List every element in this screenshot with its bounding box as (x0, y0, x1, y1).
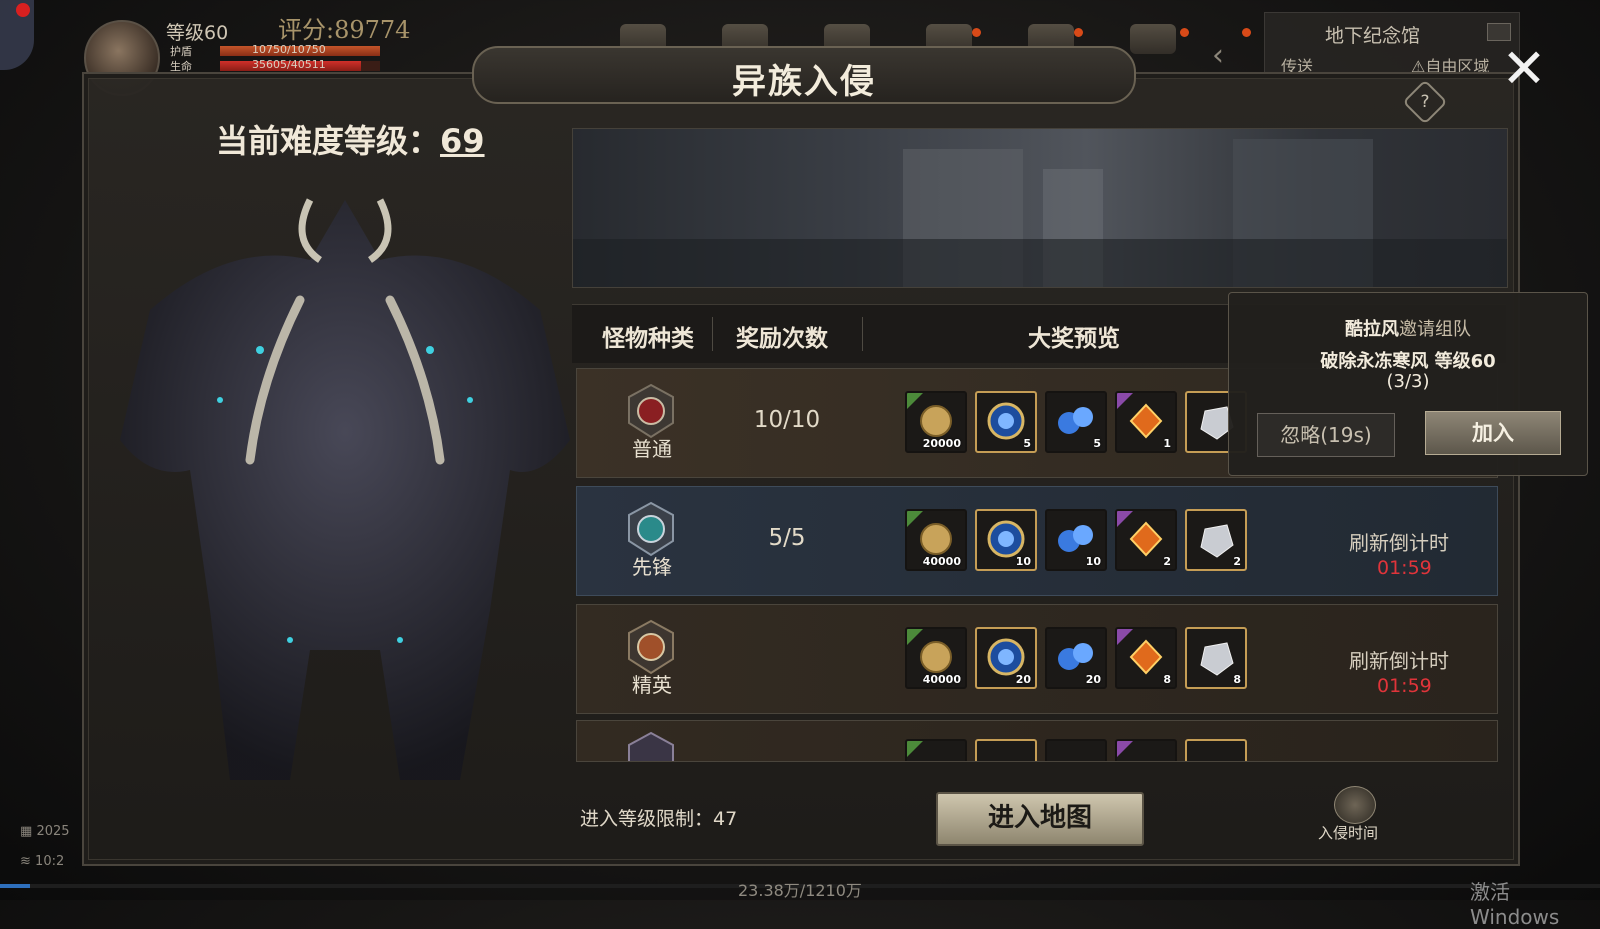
hp-bar: 生命 35605/40511 (166, 58, 381, 73)
time-text: 10:2 (35, 854, 65, 869)
blue-orbs-icon[interactable]: 10 (1045, 509, 1107, 571)
monster-type-name: 普通 (632, 437, 672, 461)
blue-orb-ring-icon[interactable]: 20 (975, 627, 1037, 689)
item-quantity: 20 (1015, 673, 1031, 686)
notification-dot (1180, 28, 1189, 37)
menu-icon-6[interactable] (1130, 24, 1176, 54)
blue-orbs-icon[interactable]: 5 (1045, 391, 1107, 453)
notification-dot (1242, 28, 1251, 37)
refresh-countdown-time: 01:59 (1377, 675, 1432, 697)
item-quantity: 8 (1163, 673, 1171, 686)
monster-row-elite[interactable]: 精英 40000 20 20 8 8 刷新倒计时 01:59 (576, 604, 1498, 714)
player-hud: 等级60 评分:89774 护盾 10750/10750 生命 35605/40… (0, 0, 420, 96)
system-date: ▦ 2025 (20, 824, 70, 839)
notification-dot (1074, 28, 1083, 37)
difficulty-level: 当前难度等级：69 (216, 116, 485, 162)
item-quantity: 2 (1233, 555, 1241, 568)
experience-text: 23.38万/1210万 (738, 881, 862, 900)
blue-orbs-icon[interactable] (1045, 739, 1107, 761)
gold-coin-icon[interactable] (905, 739, 967, 761)
title-banner: 异族入侵 (472, 46, 1136, 104)
fire-gem-icon[interactable]: 1 (1115, 391, 1177, 453)
monster-artwork (120, 198, 570, 780)
gold-coin-icon[interactable]: 40000 (905, 509, 967, 571)
notification-dot (972, 28, 981, 37)
gold-coin-icon[interactable]: 40000 (905, 627, 967, 689)
invite-text: 邀请组队 (1399, 319, 1471, 340)
header-reward-count: 奖励次数 (736, 326, 828, 352)
panel-title: 异族入侵 (732, 62, 876, 102)
map-title: 地下纪念馆 (1325, 25, 1421, 47)
system-time: ≋ 10:2 (20, 854, 64, 869)
team-invite-popup: 酷拉风邀请组队 破除永冻寒风 等级60 (3/3) 忽略(19s) 加入 (1228, 292, 1588, 476)
crystal-icon[interactable]: 2 (1185, 509, 1247, 571)
monster-emblem-icon (628, 619, 674, 675)
item-quantity: 20000 (922, 437, 961, 450)
monster-row-partial[interactable] (576, 720, 1498, 762)
refresh-countdown-label: 刷新倒计时 (1349, 649, 1449, 673)
notification-dot (16, 3, 30, 17)
monster-emblem-icon (628, 501, 674, 557)
shield-label: 护盾 (170, 45, 192, 58)
blue-orb-ring-icon[interactable]: 5 (975, 391, 1037, 453)
fire-gem-icon[interactable] (1115, 739, 1177, 761)
windows-activation-watermark: 激活 Windows (1470, 880, 1560, 929)
item-quantity: 40000 (922, 673, 961, 686)
refresh-countdown-time: 01:59 (1377, 557, 1432, 579)
item-quantity: 10 (1015, 555, 1031, 568)
wifi-icon: ≋ (20, 854, 31, 869)
enter-map-button[interactable]: 进入地图 (936, 792, 1144, 846)
date-text: 2025 (36, 824, 70, 839)
item-quantity: 20 (1085, 673, 1101, 686)
blue-orbs-icon[interactable]: 20 (1045, 627, 1107, 689)
shield-value: 10750/10750 (252, 43, 326, 56)
item-quantity: 8 (1233, 673, 1241, 686)
item-quantity: 5 (1093, 437, 1101, 450)
invasion-scene-image (572, 128, 1508, 288)
crystal-icon[interactable]: 8 (1185, 627, 1247, 689)
reward-count: 5/5 (768, 525, 806, 551)
gold-coin-icon[interactable]: 20000 (905, 391, 967, 453)
inviter-name: 酷拉风 (1345, 319, 1399, 340)
ignore-button[interactable]: 忽略(19s) (1257, 413, 1395, 457)
fire-gem-icon[interactable]: 8 (1115, 627, 1177, 689)
level-limit: 进入等级限制：47 (580, 808, 738, 830)
minimap-panel: 地下纪念馆 传送 ⚠自由区域 (1264, 12, 1520, 80)
monster-emblem-icon (628, 383, 674, 439)
item-quantity: 1 (1163, 437, 1171, 450)
header-monster-type: 怪物种类 (602, 326, 694, 352)
difficulty-value[interactable]: 69 (440, 122, 485, 160)
chevron-left-icon[interactable]: ‹ (1212, 38, 1224, 73)
item-quantity: 10 (1085, 555, 1101, 568)
player-level: 等级60 (166, 22, 229, 44)
player-score: 评分:89774 (278, 16, 411, 44)
refresh-countdown-label: 刷新倒计时 (1349, 531, 1449, 555)
monster-type-name: 先锋 (632, 555, 672, 579)
header-grand-prize: 大奖预览 (1028, 326, 1120, 352)
shield-bar: 护盾 10750/10750 (166, 43, 381, 58)
blue-orb-ring-icon[interactable] (975, 739, 1037, 761)
difficulty-label: 当前难度等级： (216, 122, 441, 160)
join-button[interactable]: 加入 (1425, 411, 1561, 455)
invite-mission: 破除永冻寒风 等级60 (1320, 351, 1496, 372)
calendar-icon: ▦ (20, 824, 33, 839)
hp-value: 35605/40511 (252, 58, 326, 71)
flag-icon[interactable] (1334, 786, 1376, 824)
fire-gem-icon[interactable]: 2 (1115, 509, 1177, 571)
monster-type-name: 精英 (632, 673, 672, 697)
blue-orb-ring-icon[interactable]: 10 (975, 509, 1037, 571)
reward-count: 10/10 (753, 407, 821, 433)
monster-emblem-icon (628, 731, 674, 761)
close-icon[interactable]: ✕ (1500, 42, 1548, 96)
item-quantity: 2 (1163, 555, 1171, 568)
scene-illustration (573, 139, 1507, 287)
item-quantity: 40000 (922, 555, 961, 568)
invite-message: 酷拉风邀请组队 (1229, 315, 1587, 341)
item-quantity: 5 (1023, 437, 1031, 450)
invasion-time-button[interactable]: 入侵时间 (1318, 822, 1378, 843)
monster-row-vanguard[interactable]: 先锋 5/5 40000 10 10 2 2 刷新倒计时 01:59 (576, 486, 1498, 596)
crystal-icon[interactable] (1185, 739, 1247, 761)
invite-members: (3/3) (1386, 371, 1430, 392)
